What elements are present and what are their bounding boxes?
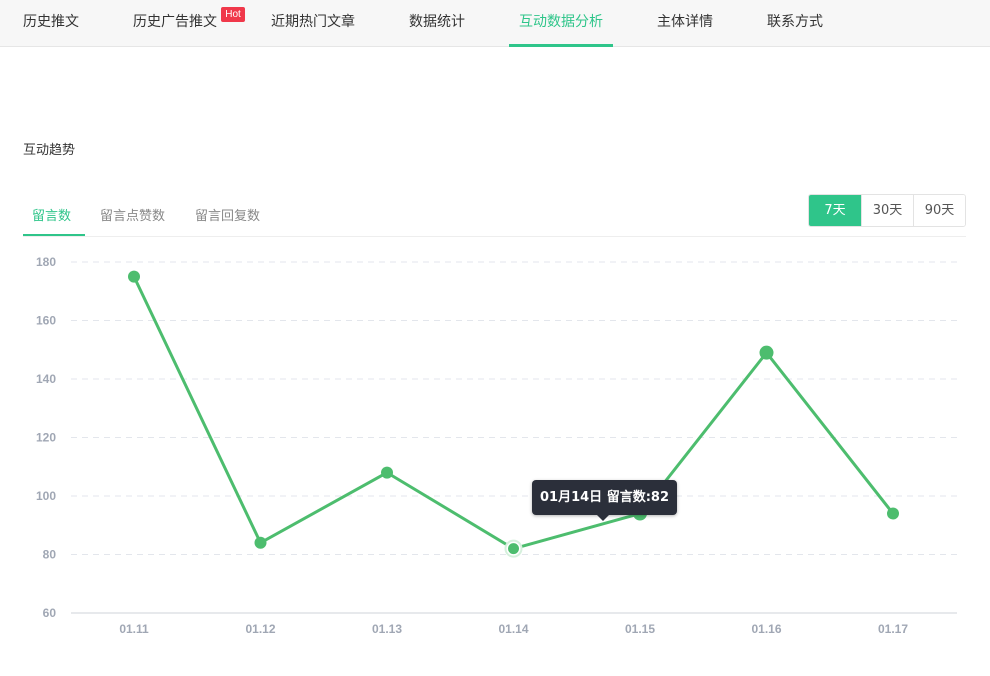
data-point	[759, 345, 774, 360]
tab-data-stats[interactable]: 数据统计	[409, 0, 465, 47]
tab-contact[interactable]: 联系方式	[767, 0, 823, 47]
data-point	[381, 466, 393, 479]
data-point	[254, 536, 267, 549]
data-point	[508, 543, 519, 555]
x-tick-label: 01.13	[372, 622, 402, 636]
metric-tab-comments[interactable]: 留言数	[32, 205, 71, 224]
chart-tooltip-arrow	[597, 515, 609, 521]
line-chart: 60 80 100 120 140 160 180 01.11 01.12 01.13 01.14 0…	[36, 255, 957, 636]
x-tick-label: 01.15	[625, 622, 655, 636]
range-7-days-button[interactable]: 7天	[809, 195, 861, 226]
series-line	[132, 275, 895, 551]
data-point	[887, 507, 899, 520]
x-tick-label: 01.17	[878, 622, 908, 636]
section-title: 互动趋势	[23, 143, 76, 158]
y-tick-label: 160	[36, 314, 56, 328]
data-point	[128, 270, 140, 283]
metric-tab-comment-replies[interactable]: 留言回复数	[195, 205, 260, 224]
range-90-days-button[interactable]: 90天	[913, 195, 965, 226]
y-tick-label: 100	[36, 489, 56, 503]
x-tick-label: 01.14	[498, 622, 528, 636]
tab-history-posts[interactable]: 历史推文	[23, 0, 79, 47]
tab-entity-details[interactable]: 主体详情	[657, 0, 713, 47]
top-nav: 历史推文 历史广告推文 Hot 近期热门文章 数据统计 互动数据分析 主体详情 …	[0, 0, 990, 47]
y-tick-label: 60	[43, 606, 57, 620]
range-30-days-button[interactable]: 30天	[861, 195, 913, 226]
tab-interaction-analysis[interactable]: 互动数据分析	[519, 0, 603, 47]
y-tick-label: 140	[36, 372, 56, 386]
y-tick-label: 120	[36, 431, 56, 445]
tab-hot-articles[interactable]: 近期热门文章	[271, 0, 355, 47]
x-tick-label: 01.16	[751, 622, 781, 636]
y-tick-label: 180	[36, 255, 56, 269]
x-tick-label: 01.12	[245, 622, 275, 636]
x-tick-label: 01.11	[119, 622, 149, 636]
tab-history-ad-posts[interactable]: 历史广告推文	[133, 0, 217, 47]
metric-tab-comment-likes[interactable]: 留言点赞数	[100, 205, 165, 224]
range-selector: 7天 30天 90天	[808, 194, 966, 227]
y-tick-label: 80	[43, 548, 57, 562]
metric-tabs-divider	[23, 236, 966, 237]
chart-tooltip: 01月14日 留言数:82	[532, 480, 677, 515]
active-tab-indicator	[509, 44, 613, 47]
hot-badge: Hot	[221, 7, 245, 22]
